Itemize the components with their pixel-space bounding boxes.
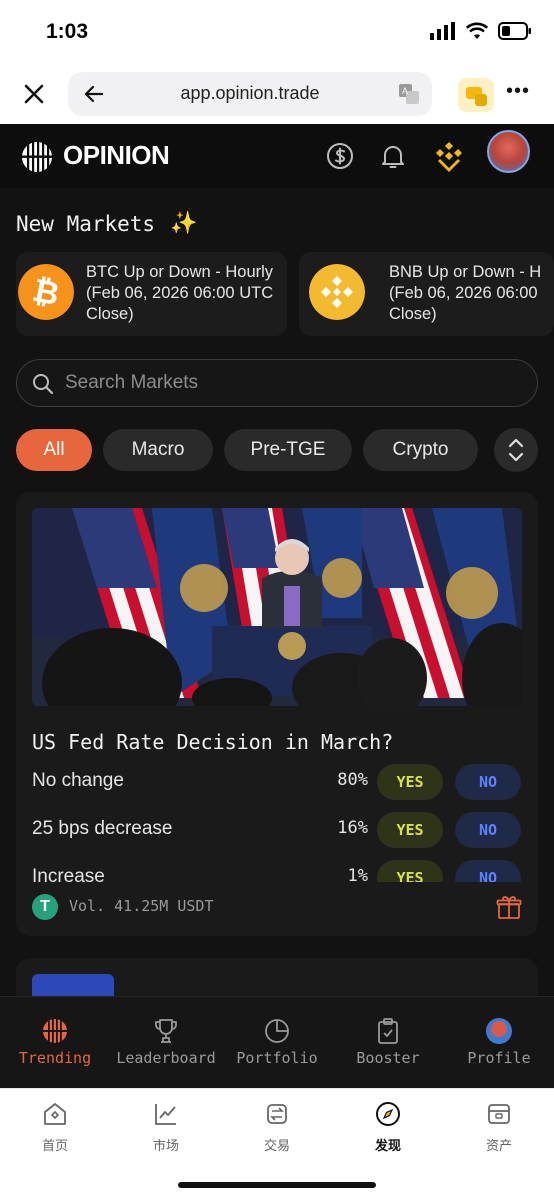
nav-portfolio[interactable]: Portfolio [222, 997, 332, 1088]
nav-label: Booster [356, 1049, 420, 1067]
wallet-icon [488, 1104, 510, 1124]
outcome-label: 25 bps decrease [32, 818, 173, 839]
tab-market[interactable]: 市场 [111, 1089, 221, 1169]
pie-chart-icon [265, 1019, 289, 1043]
bnb-chain-icon[interactable] [432, 139, 466, 173]
tab-home[interactable]: 首页 [0, 1089, 110, 1169]
nav-label: Trending [18, 1049, 92, 1067]
tab-discover[interactable]: 发现 [333, 1089, 443, 1169]
outcome-row: 25 bps decrease 16% YES NO [16, 810, 538, 850]
app-bottom-nav: Trending Leaderboard Portfolio Booster P… [0, 996, 554, 1088]
nav-trending[interactable]: Trending [0, 997, 110, 1088]
browser-bar: app.opinion.trade A ••• [0, 66, 554, 124]
no-button[interactable]: NO [455, 812, 521, 848]
tab-label: 市场 [152, 1138, 179, 1153]
nav-label: Leaderboard [116, 1049, 216, 1067]
battery-icon [498, 22, 531, 40]
new-markets-title: New Markets [16, 212, 156, 236]
outcome-label: No change [32, 770, 124, 791]
url-bar[interactable]: app.opinion.trade A [68, 72, 432, 116]
tab-label: 交易 [263, 1138, 290, 1153]
swap-icon [267, 1104, 287, 1124]
svg-text:A: A [402, 86, 408, 96]
bell-icon[interactable] [378, 141, 408, 171]
filter-chip-crypto[interactable]: Crypto [363, 429, 478, 471]
status-time: 1:03 [46, 20, 89, 43]
sparkle-icon: ✨ [170, 210, 198, 235]
profile-avatar-icon [486, 1018, 512, 1044]
wifi-icon [466, 22, 488, 39]
nav-leaderboard[interactable]: Leaderboard [111, 997, 221, 1088]
outcome-label: Increase [32, 866, 105, 882]
tab-label: 首页 [41, 1138, 68, 1153]
new-market-card-bnb[interactable]: BNB Up or Down - H (Feb 06, 2026 06:00 C… [299, 252, 554, 336]
filter-chip-macro[interactable]: Macro [103, 429, 213, 471]
compass-icon [376, 1102, 400, 1126]
chevron-up-down-icon [508, 438, 524, 462]
chart-line-icon [155, 1104, 176, 1125]
wallet-tabbar: 首页 市场 交易 发现 资产 [0, 1088, 554, 1199]
status-icons [430, 22, 532, 40]
trending-icon [43, 1019, 67, 1043]
home-icon [44, 1103, 66, 1125]
more-icon[interactable]: ••• [506, 81, 529, 102]
search-icon [33, 374, 54, 395]
outcome-row: Increase 1% YES NO [16, 858, 538, 882]
close-icon[interactable] [20, 80, 48, 108]
tab-trade[interactable]: 交易 [222, 1089, 332, 1169]
app-header: OPINION [0, 124, 554, 188]
filter-chip-pre-tge[interactable]: Pre-TGE [224, 429, 352, 471]
outcome-percent: 80% [337, 770, 368, 790]
home-indicator [178, 1182, 376, 1188]
new-market-text: BNB Up or Down - H (Feb 06, 2026 06:00 C… [389, 263, 542, 323]
trophy-icon [155, 1019, 177, 1043]
gift-icon[interactable] [496, 894, 522, 920]
nav-label: Portfolio [236, 1049, 318, 1067]
mini-app-icon[interactable] [458, 78, 494, 112]
yes-button[interactable]: YES [377, 860, 443, 882]
dollar-icon[interactable] [325, 141, 355, 171]
outcome-list: No change 80% YES NO 25 bps decrease 16%… [16, 762, 538, 882]
new-market-card-btc[interactable]: ₿ BTC Up or Down - Hourly (Feb 06, 2026 … [16, 252, 287, 336]
tab-label: 资产 [485, 1138, 512, 1153]
yes-button[interactable]: YES [377, 764, 443, 800]
tether-icon: T [32, 894, 58, 920]
filter-expand-button[interactable] [494, 428, 538, 472]
market-card[interactable]: US Fed Rate Decision in March? No change… [16, 492, 538, 936]
app-container: OPINION New Markets ✨ ₿ BTC Up or Down -… [0, 124, 554, 1088]
user-avatar[interactable] [487, 130, 530, 173]
market-image [32, 508, 522, 706]
bnb-coin-icon [309, 264, 365, 320]
filter-chip-all[interactable]: All [16, 429, 92, 471]
tab-assets[interactable]: 资产 [444, 1089, 554, 1169]
tab-label: 发现 [374, 1138, 401, 1153]
search-input[interactable] [65, 360, 505, 406]
btc-coin-icon: ₿ [18, 264, 74, 320]
no-button[interactable]: NO [455, 860, 521, 882]
no-button[interactable]: NO [455, 764, 521, 800]
url-text: app.opinion.trade [180, 83, 320, 103]
yes-button[interactable]: YES [377, 812, 443, 848]
outcome-row: No change 80% YES NO [16, 762, 538, 802]
opinion-logo-icon [22, 142, 52, 172]
volume-text: Vol. 41.25M USDT [69, 897, 214, 915]
translate-icon[interactable]: A [398, 83, 420, 105]
market-title: US Fed Rate Decision in March? [32, 730, 394, 754]
status-bar: 1:03 [0, 0, 554, 66]
nav-label: Profile [467, 1049, 531, 1067]
outcome-percent: 16% [337, 818, 368, 838]
signal-icon [430, 22, 455, 40]
nav-booster[interactable]: Booster [333, 997, 443, 1088]
clipboard-check-icon [378, 1018, 398, 1044]
nav-profile[interactable]: Profile [444, 997, 554, 1088]
search-bar[interactable] [16, 359, 538, 407]
outcome-percent: 1% [347, 866, 368, 882]
app-logo-text: OPINION [63, 140, 170, 170]
new-market-text: BTC Up or Down - Hourly (Feb 06, 2026 06… [86, 263, 274, 323]
